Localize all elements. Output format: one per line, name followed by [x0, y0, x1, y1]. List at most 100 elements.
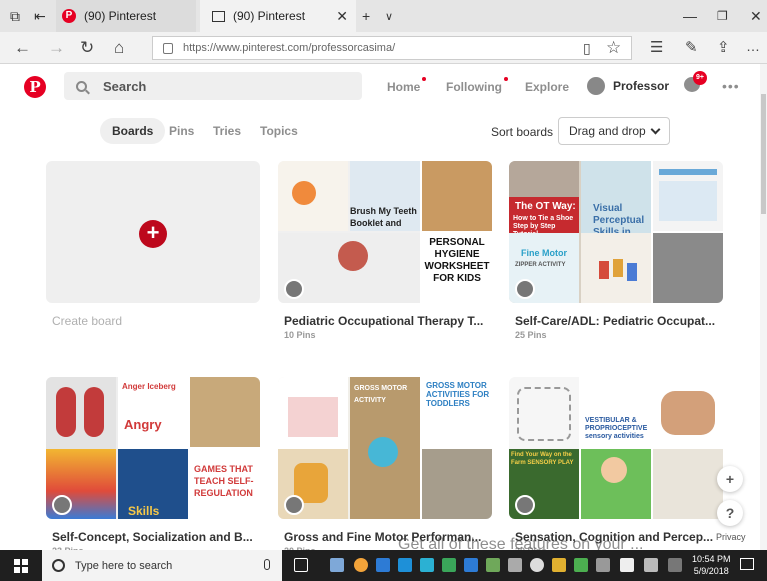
- scrollbar-thumb[interactable]: [761, 94, 766, 214]
- tab-preview-icon[interactable]: ⧉: [10, 8, 20, 25]
- edge-icon[interactable]: [464, 558, 478, 572]
- volume-icon[interactable]: [596, 558, 610, 572]
- forward-icon[interactable]: →: [48, 38, 65, 58]
- url-field[interactable]: https://www.pinterest.com/professorcasim…: [152, 36, 632, 60]
- board-cover[interactable]: Brush My Teeth Booklet and PERSONAL HYGI…: [278, 161, 492, 303]
- cover-text: Anger Iceberg: [122, 382, 176, 391]
- cover-text: ZIPPER ACTIVITY: [515, 262, 566, 268]
- browser-tab-2-active[interactable]: (90) Pinterest ✕: [200, 0, 356, 32]
- pinterest-logo-icon[interactable]: P: [24, 76, 46, 98]
- app-icon[interactable]: [552, 558, 566, 572]
- app-icon[interactable]: [508, 558, 522, 572]
- cover-text: Angry: [124, 417, 162, 432]
- add-board-plus-icon[interactable]: +: [139, 220, 167, 248]
- web-note-icon[interactable]: ✎: [685, 38, 698, 56]
- app-icon[interactable]: [644, 558, 658, 572]
- app-icon[interactable]: [398, 558, 412, 572]
- favorites-hub-icon[interactable]: ☰: [650, 38, 663, 56]
- board-owner-avatar: [52, 495, 72, 515]
- nav-home[interactable]: Home: [387, 77, 427, 94]
- nav-following-label: Following: [446, 80, 502, 94]
- clock-time: 10:54 PM: [692, 554, 731, 564]
- home-icon[interactable]: ⌂: [114, 38, 124, 58]
- app-icon[interactable]: [376, 558, 390, 572]
- reading-view-icon[interactable]: ▯: [583, 40, 591, 57]
- tab-tries[interactable]: Tries: [201, 118, 253, 144]
- microphone-icon[interactable]: [264, 559, 270, 570]
- board-cover[interactable]: VESTIBULAR & PROPRIOCEPTIVE sensory acti…: [509, 377, 723, 519]
- app-icon[interactable]: [530, 558, 544, 572]
- clock-date: 5/9/2018: [693, 566, 729, 576]
- board-cover[interactable]: The OT Way: How to Tie a Shoe Step by St…: [509, 161, 723, 303]
- app-icon[interactable]: [330, 558, 344, 572]
- nav-explore[interactable]: Explore: [525, 80, 569, 94]
- cover-text: Brush My Teeth Booklet and: [350, 206, 417, 228]
- tab-title: (90) Pinterest: [84, 9, 157, 23]
- board-cover-thumb: PERSONAL HYGIENE WORKSHEET FOR KIDS: [422, 233, 492, 303]
- pinterest-header: P Search Home Following Explore Professo…: [0, 64, 767, 108]
- chrome-icon[interactable]: [354, 558, 368, 572]
- taskbar-clock[interactable]: 10:54 PM 5/9/2018: [692, 553, 731, 577]
- board-owner-avatar: [515, 495, 535, 515]
- settings-more-icon[interactable]: …: [746, 38, 760, 54]
- address-bar-row: ← → ↻ ⌂ https://www.pinterest.com/profes…: [0, 32, 767, 64]
- tab-set-aside-icon[interactable]: ⇤: [34, 8, 46, 25]
- more-options-icon[interactable]: •••: [722, 78, 740, 94]
- app-icon[interactable]: [574, 558, 588, 572]
- board-title[interactable]: Pediatric Occupational Therapy T...: [284, 314, 490, 328]
- network-icon[interactable]: [668, 558, 682, 572]
- board-cover-thumb: GAMES THAT TEACH SELF-REGULATION: [190, 449, 260, 519]
- tab-boards[interactable]: Boards: [100, 118, 166, 144]
- share-icon[interactable]: ⇪: [717, 38, 730, 56]
- board-pin-count: 25 Pins: [515, 330, 547, 340]
- board-cover[interactable]: GROSS MOTOR ACTIVITY GROSS MOTOR ACTIVIT…: [278, 377, 492, 519]
- windows-start-icon[interactable]: [14, 559, 28, 573]
- tab-topics[interactable]: Topics: [248, 118, 310, 144]
- create-board-label: Create board: [52, 314, 123, 328]
- profile-link[interactable]: Professor: [587, 77, 669, 95]
- create-board-cover[interactable]: +: [46, 161, 260, 303]
- tab-close-icon[interactable]: ✕: [336, 8, 348, 25]
- tab-pins[interactable]: Pins: [157, 118, 206, 144]
- privacy-link[interactable]: Privacy: [716, 532, 746, 542]
- refresh-icon[interactable]: ↻: [80, 38, 94, 58]
- taskbar-search-input[interactable]: Type here to search: [42, 550, 282, 581]
- new-tab-icon[interactable]: +: [362, 8, 370, 24]
- cover-text: PERSONAL HYGIENE WORKSHEET FOR KIDS: [424, 237, 490, 284]
- restore-icon[interactable]: ❐: [717, 9, 728, 23]
- sort-boards-select[interactable]: Drag and drop: [558, 117, 670, 145]
- app-icon[interactable]: [442, 558, 456, 572]
- window-close-icon[interactable]: ✕: [750, 8, 762, 25]
- page-favicon-icon: [212, 10, 225, 22]
- cover-text: VESTIBULAR & PROPRIOCEPTIVE sensory acti…: [585, 417, 648, 440]
- create-pin-button[interactable]: +: [717, 466, 743, 492]
- minimize-icon[interactable]: —: [683, 8, 697, 24]
- app-icon[interactable]: [486, 558, 500, 572]
- back-icon[interactable]: ←: [14, 38, 31, 58]
- help-button[interactable]: ?: [717, 500, 743, 526]
- search-input[interactable]: Search: [64, 72, 362, 100]
- board-pin-count: 10 Pins: [284, 330, 316, 340]
- task-view-icon[interactable]: [294, 558, 308, 572]
- board-owner-avatar: [284, 279, 304, 299]
- favorite-star-icon[interactable]: ☆: [606, 38, 621, 58]
- avatar: [587, 77, 605, 95]
- board-title[interactable]: Self-Care/ADL: Pediatric Occupat...: [515, 314, 721, 328]
- board-cover-thumb: [653, 233, 723, 303]
- board-cover-thumb: [422, 161, 492, 231]
- board-cover[interactable]: Anger Iceberg Angry Skills GAMES THAT TE…: [46, 377, 260, 519]
- cover-text: Find Your Way on the Farm SENSORY PLAY: [511, 452, 574, 466]
- action-center-icon[interactable]: [740, 558, 754, 570]
- tab-list-chevron-icon[interactable]: ∨: [385, 10, 393, 23]
- board-cover-thumb: GROSS MOTOR ACTIVITIES FOR TODDLERS: [422, 377, 492, 447]
- nav-following[interactable]: Following: [446, 77, 508, 94]
- board-cover-thumb: [653, 377, 723, 447]
- page-scrollbar[interactable]: [760, 64, 767, 550]
- board-title[interactable]: Self-Concept, Socialization and B...: [52, 530, 258, 544]
- app-icon[interactable]: [620, 558, 634, 572]
- cover-text: Fine Motor: [521, 248, 567, 258]
- cortana-icon: [52, 559, 65, 572]
- notification-dot-icon: [422, 77, 427, 81]
- browser-tab-1[interactable]: P (90) Pinterest: [56, 0, 196, 32]
- app-icon[interactable]: [420, 558, 434, 572]
